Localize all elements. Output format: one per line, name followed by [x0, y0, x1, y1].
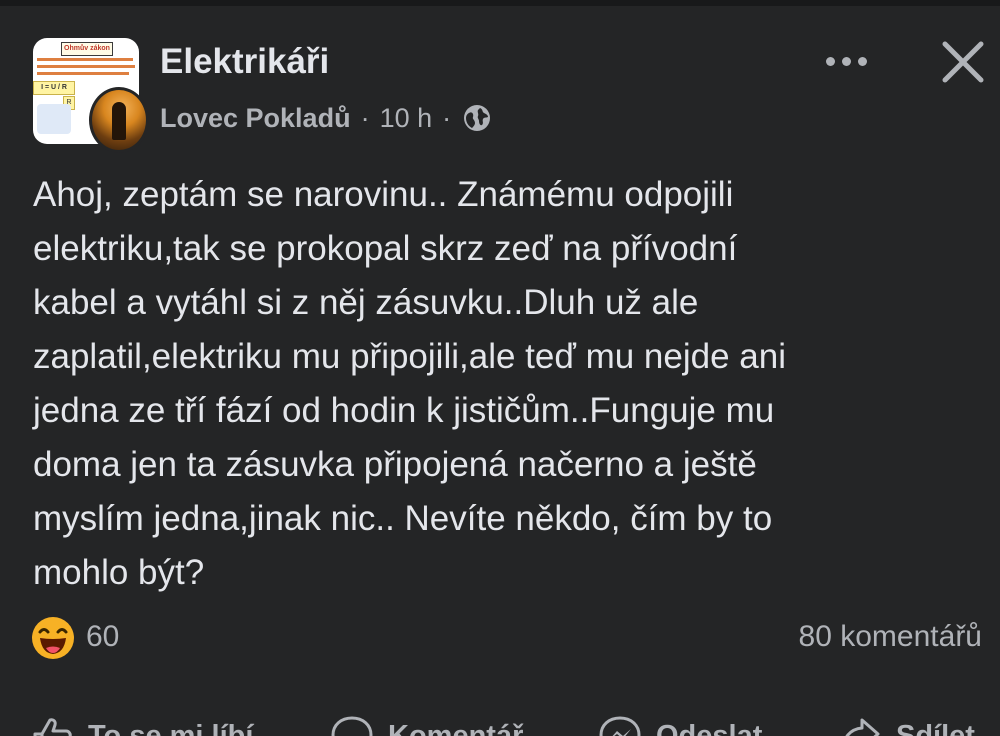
more-options-button[interactable]: [815, 44, 877, 78]
group-avatar-title: Ohmův zákon: [61, 42, 113, 56]
globe-icon: [463, 104, 491, 132]
comment-label: Komentář: [388, 719, 524, 736]
group-avatar-illustration: [37, 104, 71, 134]
author-name[interactable]: Lovec Pokladů: [160, 103, 351, 134]
author-avatar[interactable]: [89, 87, 149, 153]
share-button[interactable]: Sdílet: [838, 713, 975, 736]
close-button[interactable]: [936, 35, 990, 89]
top-edge: [0, 0, 1000, 6]
close-icon: [942, 41, 984, 83]
like-button[interactable]: To se mi líbí: [30, 713, 253, 736]
meta-separator: ·: [442, 102, 452, 133]
more-dot: [825, 56, 835, 66]
post-text: Ahoj, zeptám se narovinu.. Známému odpoj…: [33, 175, 786, 592]
author-avatar-figure: [112, 102, 126, 140]
meta-separator: ·: [360, 102, 370, 133]
group-avatar-line: [37, 65, 135, 68]
share-label: Sdílet: [896, 719, 975, 736]
more-dot: [857, 56, 867, 66]
messenger-icon: [599, 716, 641, 736]
group-avatar-line: [37, 72, 129, 75]
send-button[interactable]: Odeslat: [598, 713, 762, 736]
group-avatar-line: [37, 58, 133, 61]
send-label: Odeslat: [656, 719, 763, 736]
group-name[interactable]: Elektrikáři: [160, 42, 329, 82]
like-label: To se mi líbí: [88, 719, 254, 736]
thumbs-up-icon: [33, 718, 72, 736]
group-avatar-formula: I = U / R: [33, 81, 75, 95]
laughing-emoji-icon[interactable]: [31, 616, 75, 660]
post-time[interactable]: 10 h: [380, 103, 433, 134]
post-meta: Lovec Pokladů · 10 h ·: [160, 100, 491, 136]
share-arrow-icon: [845, 718, 880, 736]
comment-button[interactable]: Komentář: [330, 713, 523, 736]
more-dot: [841, 56, 851, 66]
comment-bubble-icon: [331, 716, 373, 736]
comment-count[interactable]: 80 komentářů: [799, 620, 982, 654]
reaction-count[interactable]: 60: [86, 620, 119, 654]
